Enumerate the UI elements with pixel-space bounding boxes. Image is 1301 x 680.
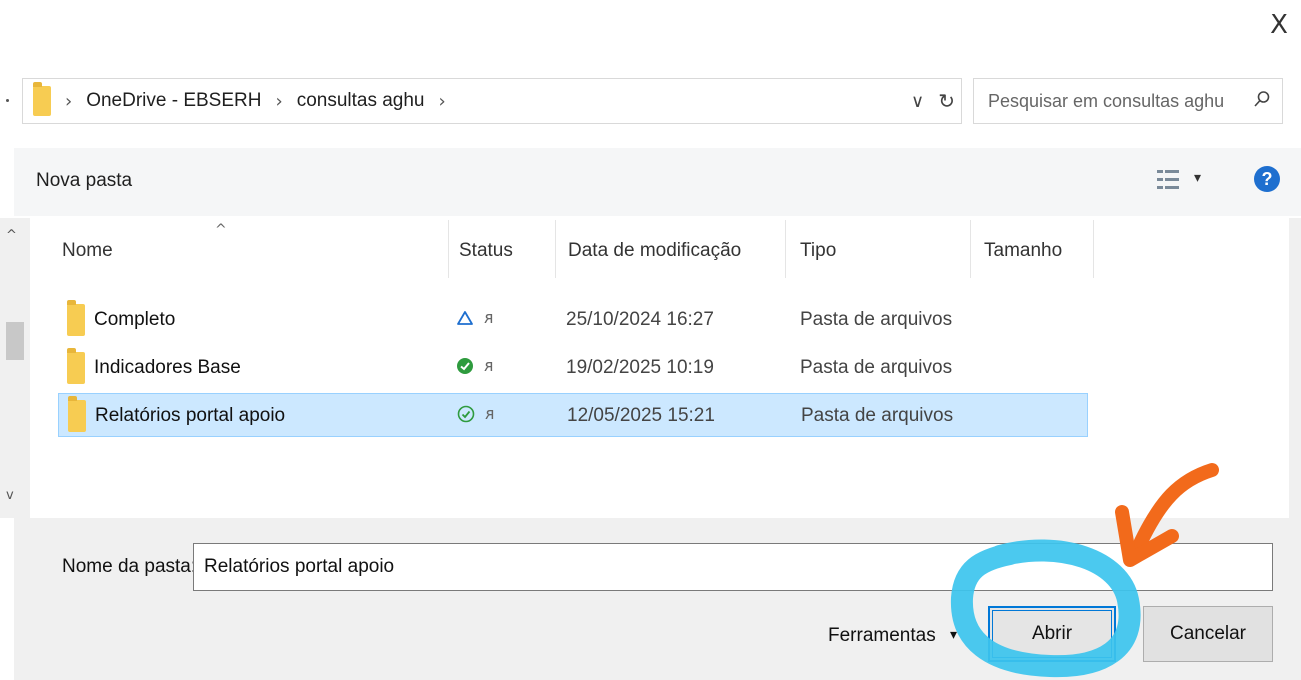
search-input[interactable]: Pesquisar em consultas aghu	[988, 91, 1242, 112]
toolbar: Nova pasta ▾ ?	[14, 148, 1301, 216]
view-dropdown-icon[interactable]: ▾	[1194, 170, 1201, 186]
file-row-relatorios-portal-apoio[interactable]: Relatórios portal apoio ᴙ 12/05/2025 15:…	[58, 393, 1088, 437]
synced-check-icon	[457, 357, 473, 374]
column-divider[interactable]	[1093, 220, 1094, 278]
shared-person-icon: ᴙ	[484, 356, 494, 375]
refresh-icon[interactable]: ↻	[938, 89, 955, 113]
shared-person-icon: ᴙ	[484, 308, 494, 327]
file-name: Relatórios portal apoio	[95, 405, 286, 426]
file-type: Pasta de arquivos	[800, 309, 953, 330]
folder-name-label: Nome da pasta:	[62, 556, 197, 577]
column-header-status[interactable]: Status	[459, 240, 513, 262]
status-cell: ᴙ	[456, 308, 494, 327]
cancel-button[interactable]: Cancelar	[1143, 606, 1273, 662]
column-divider[interactable]	[448, 220, 449, 278]
file-type: Pasta de arquivos	[801, 405, 954, 426]
cloud-status-icon	[457, 310, 473, 325]
folder-icon	[33, 82, 51, 116]
file-modified: 25/10/2024 16:27	[566, 309, 714, 330]
tools-dropdown-icon[interactable]: ▾	[950, 627, 957, 643]
status-cell: ᴙ	[457, 404, 495, 423]
file-row-completo[interactable]: Completo ᴙ 25/10/2024 16:27 Pasta de arq…	[58, 298, 1088, 342]
column-divider[interactable]	[785, 220, 786, 278]
column-header-size[interactable]: Tamanho	[984, 240, 1062, 262]
folder-icon	[67, 348, 85, 384]
breadcrumb-chevron-icon[interactable]: ›	[439, 91, 446, 112]
column-header-name[interactable]: Nome	[62, 240, 113, 262]
help-icon[interactable]: ?	[1254, 166, 1280, 192]
column-divider[interactable]	[970, 220, 971, 278]
search-icon[interactable]	[1242, 90, 1282, 113]
status-cell: ᴙ	[456, 356, 494, 375]
column-divider[interactable]	[555, 220, 556, 278]
folder-icon	[67, 300, 85, 336]
view-options-icon[interactable]	[1157, 168, 1179, 190]
breadcrumb-consultas-aghu[interactable]: consultas aghu	[297, 90, 425, 112]
open-button[interactable]: Abrir	[988, 606, 1116, 662]
address-bar[interactable]: › OneDrive - EBSERH › consultas aghu › ∨…	[22, 78, 962, 124]
scroll-up-icon[interactable]: ^	[6, 228, 17, 243]
file-name: Indicadores Base	[94, 357, 241, 378]
shared-person-icon: ᴙ	[485, 404, 495, 423]
scroll-down-icon[interactable]: v	[6, 488, 14, 503]
close-button[interactable]: X	[1264, 8, 1294, 42]
address-dropdown-icon[interactable]: ∨	[911, 91, 924, 112]
sort-indicator-icon: ^	[215, 222, 227, 238]
file-row-indicadores-base[interactable]: Indicadores Base ᴙ 19/02/2025 10:19 Past…	[58, 346, 1088, 390]
list-right-edge	[1289, 218, 1301, 518]
column-header-type[interactable]: Tipo	[800, 240, 836, 262]
folder-icon	[68, 396, 86, 432]
file-modified: 12/05/2025 15:21	[567, 405, 715, 426]
breadcrumb-chevron-icon[interactable]: ›	[65, 91, 72, 112]
folder-name-input[interactable]: Relatórios portal apoio	[193, 543, 1273, 591]
synced-outline-check-icon	[457, 405, 475, 422]
vertical-scrollbar[interactable]	[0, 218, 30, 518]
breadcrumb-chevron-icon[interactable]: ›	[275, 91, 282, 112]
file-name: Completo	[94, 309, 176, 330]
nav-edge-marker	[6, 99, 9, 102]
column-header-modified[interactable]: Data de modificação	[568, 240, 741, 262]
new-folder-button[interactable]: Nova pasta	[36, 170, 132, 192]
search-icon-glyph	[1254, 90, 1270, 107]
scrollbar-thumb[interactable]	[6, 322, 24, 360]
tools-menu-button[interactable]: Ferramentas	[828, 625, 936, 647]
breadcrumb-onedrive[interactable]: OneDrive - EBSERH	[86, 90, 261, 112]
file-type: Pasta de arquivos	[800, 357, 953, 378]
search-box[interactable]: Pesquisar em consultas aghu	[973, 78, 1283, 124]
file-modified: 19/02/2025 10:19	[566, 357, 714, 378]
